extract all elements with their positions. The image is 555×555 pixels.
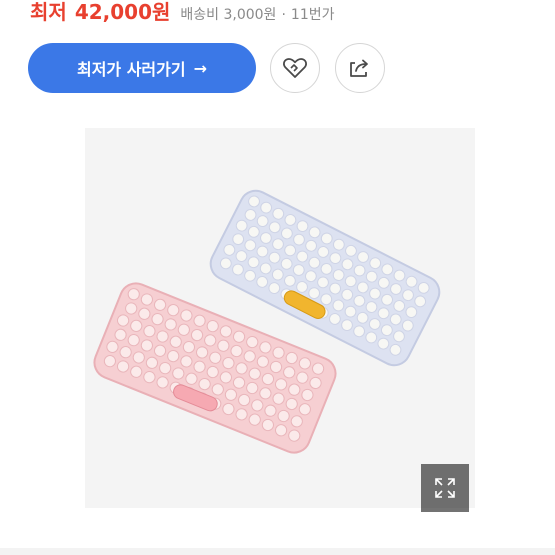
buy-button-label: 최저가 사러가기 [76,60,186,79]
buy-lowest-price-button[interactable]: 최저가 사러가기 → [28,43,256,93]
bottom-divider [0,548,555,555]
share-icon [350,59,368,77]
share-button[interactable] [335,43,385,93]
arrow-right-icon: → [193,58,208,78]
price-value: 42,000원 [74,0,171,24]
seller-name: 11번가 [290,7,335,23]
zoom-button[interactable] [421,464,469,512]
product-image[interactable] [85,128,475,508]
wishlist-button[interactable] [270,43,320,93]
expand-icon [435,478,455,498]
price-prefix: 최저 [30,0,67,24]
shipping-fee: 배송비 3,000원 [180,7,277,23]
keyboards-illustration [93,189,441,454]
price-row: 최저 42,000원 배송비 3,000원 · 11번가 [30,0,334,25]
heart-icon [283,58,307,78]
separator-dot: · [281,7,286,23]
